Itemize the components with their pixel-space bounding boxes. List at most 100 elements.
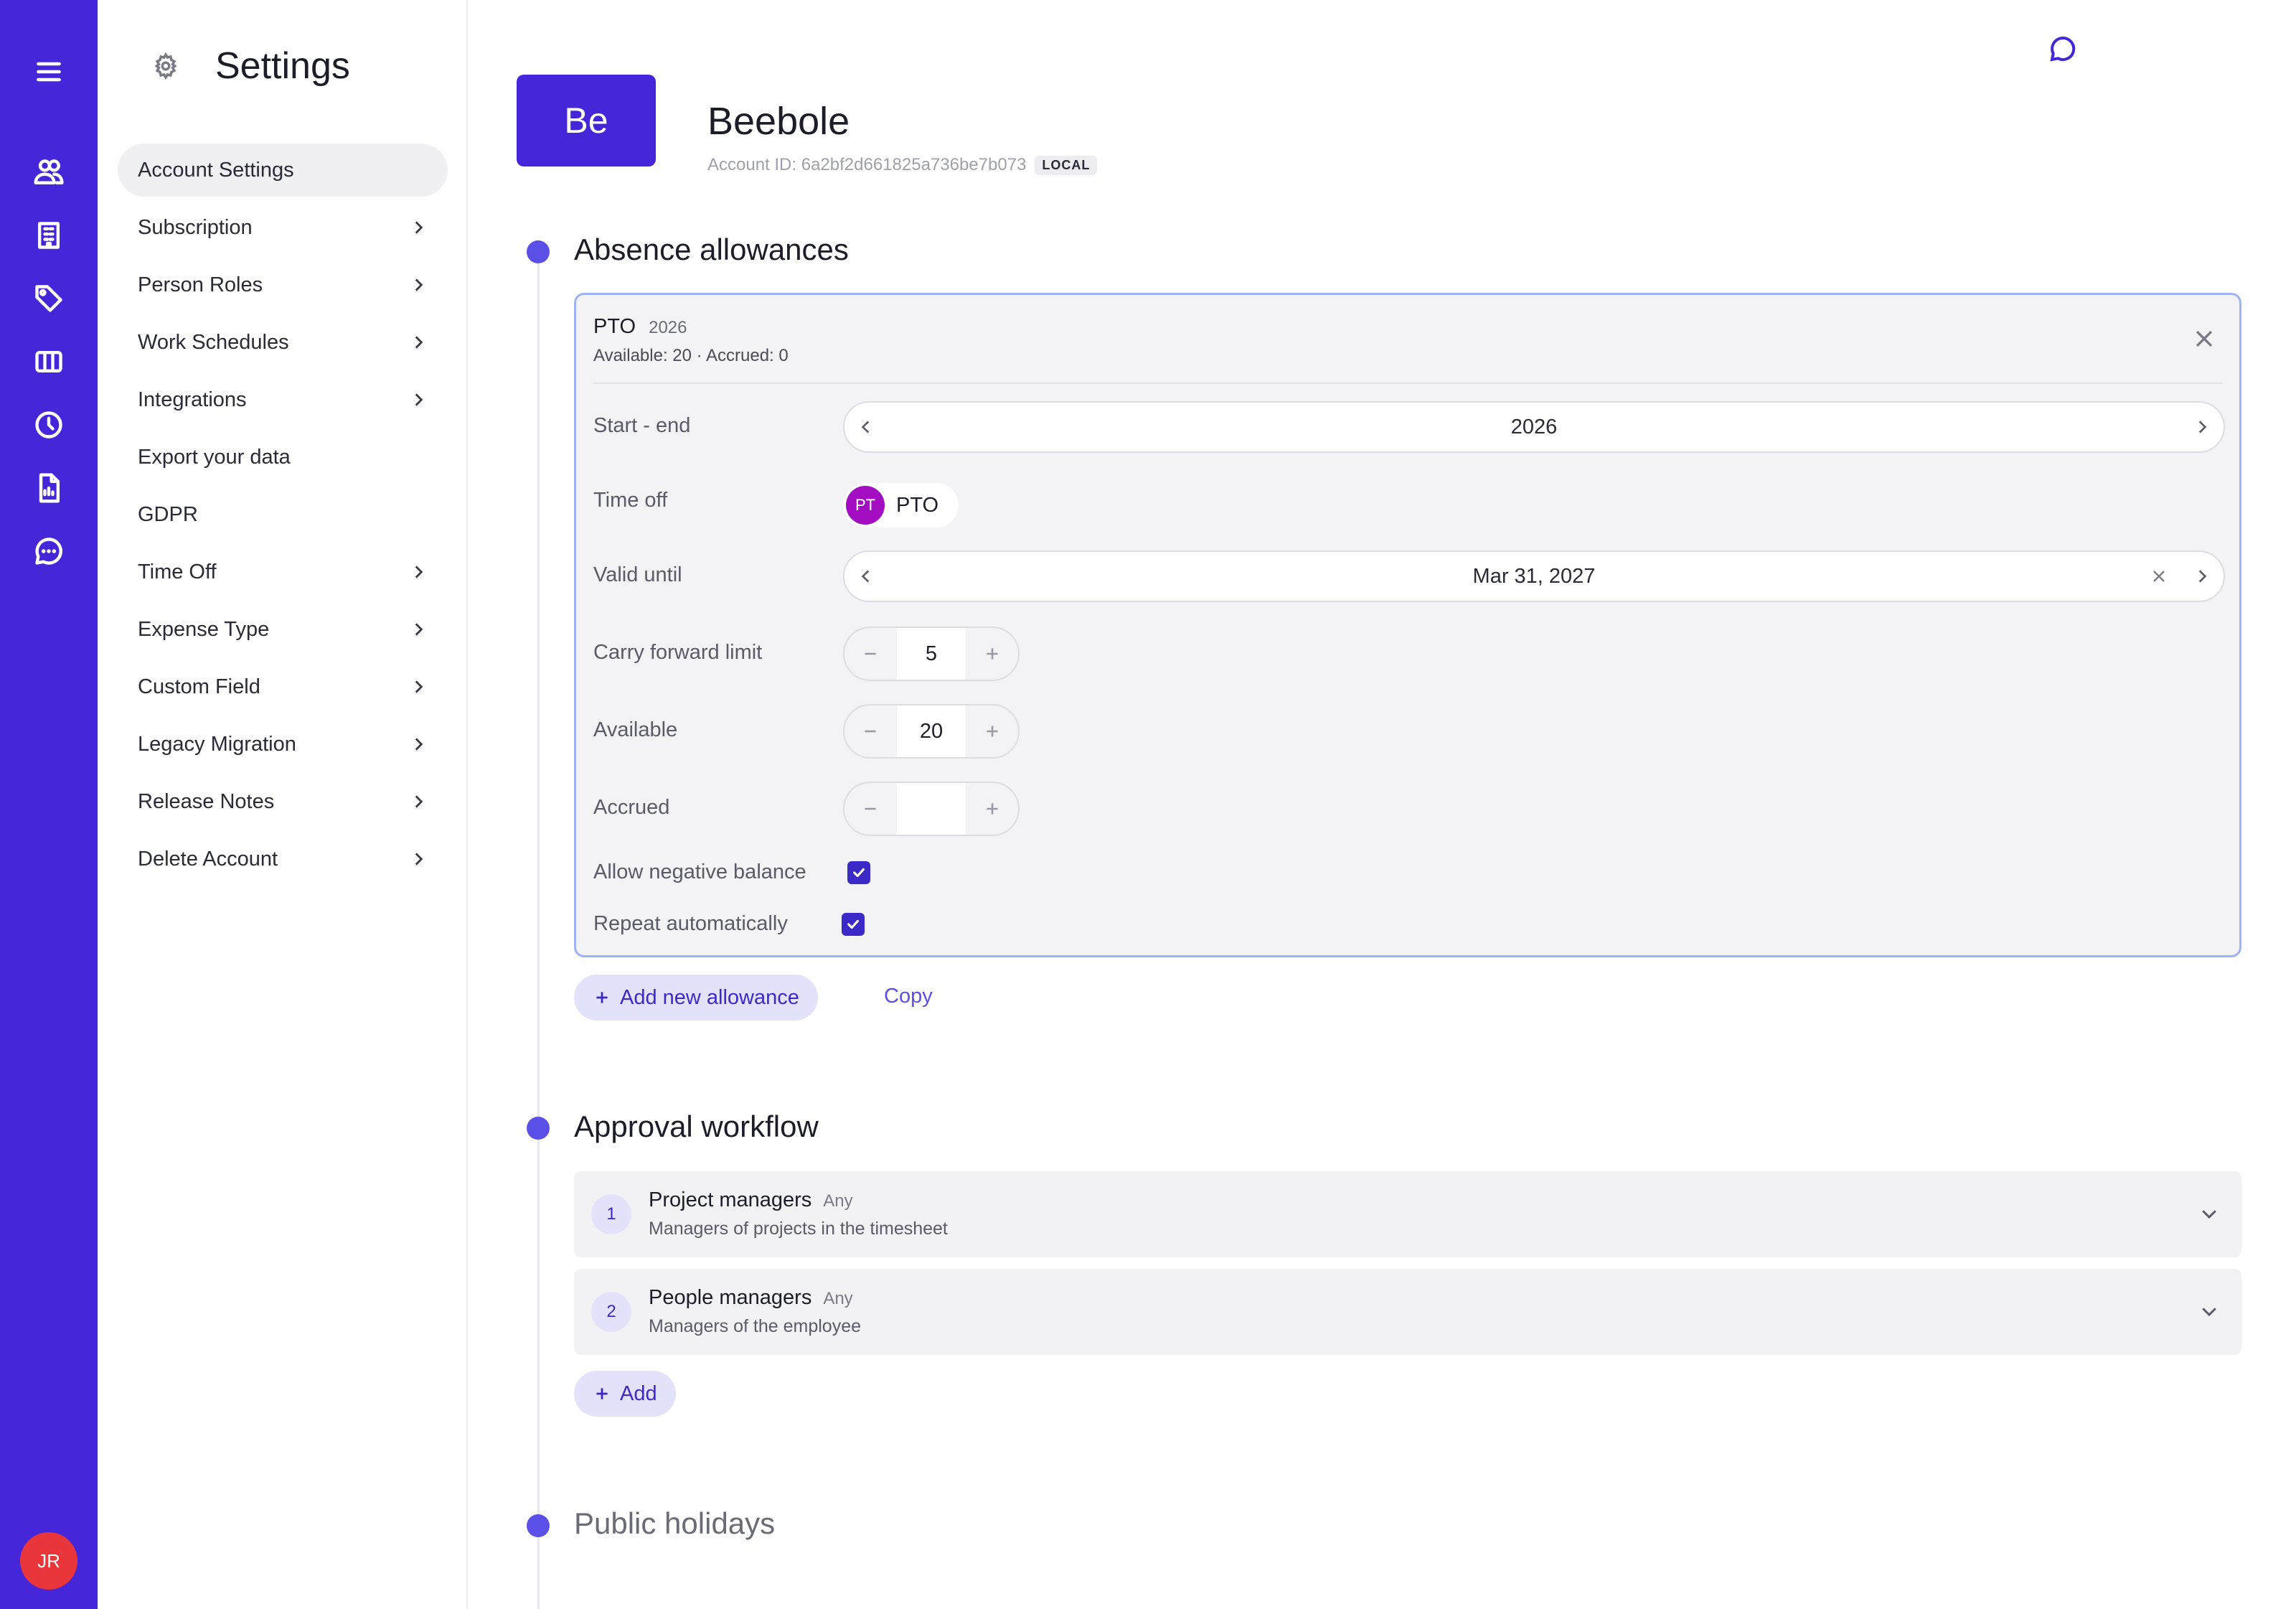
plus-icon[interactable] (966, 628, 1018, 680)
valid-until-selector[interactable]: Mar 31, 2027 (843, 550, 2225, 602)
start-end-selector[interactable]: 2026 (843, 401, 2225, 453)
section-timeline (537, 251, 540, 1609)
nav-label: Work Schedules (138, 330, 289, 354)
allowance-year: 2026 (649, 318, 687, 337)
label-valid-until: Valid until (593, 563, 682, 586)
chevron-left-icon[interactable] (844, 401, 888, 453)
chat-icon[interactable] (2048, 34, 2080, 66)
workflow-step[interactable]: 2 People managers Any Managers of the emp… (574, 1269, 2241, 1355)
time-off-label: PTO (896, 493, 939, 517)
app-rail: JR (0, 0, 98, 1609)
section-title-approval: Approval workflow (574, 1110, 819, 1143)
plus-icon[interactable] (966, 783, 1018, 835)
nav-gdpr[interactable]: GDPR (118, 488, 448, 541)
timeline-dot (527, 240, 550, 263)
step-title-text: People managers (649, 1286, 812, 1309)
plus-icon[interactable] (966, 705, 1018, 757)
label-time-off: Time off (593, 489, 668, 512)
carry-forward-input[interactable]: 5 (896, 628, 966, 680)
section-title-holidays: Public holidays (574, 1506, 776, 1540)
chevron-right-icon[interactable] (2180, 401, 2224, 453)
report-icon[interactable] (27, 466, 70, 510)
nav-label: Legacy Migration (138, 732, 296, 756)
nav-label: Account Settings (138, 158, 294, 182)
account-logo: Be (517, 75, 656, 166)
tag-icon[interactable] (27, 277, 70, 320)
account-id-text: Account ID: 6a2bf2d661825a736be7b073 (707, 155, 1027, 174)
workflow-step[interactable]: 1 Project managers Any Managers of projec… (574, 1171, 2241, 1257)
time-off-chip[interactable]: PT PTO (843, 483, 959, 527)
nav-release-notes[interactable]: Release Notes (118, 775, 448, 828)
plus-icon (596, 992, 608, 1003)
clock-icon[interactable] (27, 403, 70, 446)
accrued-input[interactable] (896, 783, 966, 835)
nav-time-off[interactable]: Time Off (118, 545, 448, 599)
add-allowance-label: Add new allowance (620, 985, 799, 1009)
label-available: Available (593, 718, 678, 741)
step-title-text: Project managers (649, 1188, 812, 1211)
nav-integrations[interactable]: Integrations (118, 373, 448, 426)
chevron-right-icon[interactable] (2180, 550, 2224, 602)
add-allowance-button[interactable]: Add new allowance (574, 975, 818, 1021)
nav-work-schedules[interactable]: Work Schedules (118, 316, 448, 369)
chevron-right-icon (415, 336, 423, 349)
people-icon[interactable] (27, 151, 70, 194)
nav-label: Subscription (138, 215, 253, 239)
nav-legacy-migration[interactable]: Legacy Migration (118, 718, 448, 771)
allowance-name: PTO (593, 315, 636, 338)
nav-label: Release Notes (138, 789, 275, 813)
timeline-dot (527, 1514, 550, 1537)
step-number: 1 (591, 1194, 631, 1234)
chevron-down-icon[interactable] (2198, 1203, 2221, 1226)
minus-icon[interactable] (844, 705, 897, 757)
label-allow-negative: Allow negative balance (593, 860, 806, 883)
nav-subscription[interactable]: Subscription (118, 201, 448, 254)
start-end-value: 2026 (1510, 415, 1558, 438)
section-title-absence: Absence allowances (574, 233, 849, 266)
nav-custom-field[interactable]: Custom Field (118, 660, 448, 713)
available-input[interactable]: 20 (896, 705, 966, 757)
allow-negative-checkbox[interactable] (847, 861, 870, 884)
copy-link[interactable]: Copy (884, 985, 933, 1008)
add-step-button[interactable]: Add (574, 1371, 676, 1417)
divider (593, 383, 2222, 384)
time-off-avatar: PT (846, 486, 885, 525)
settings-title: Settings (215, 45, 350, 87)
settings-header: Settings (152, 44, 350, 88)
step-description: Managers of projects in the timesheet (649, 1219, 948, 1239)
close-icon[interactable] (2192, 327, 2218, 352)
allowance-header: PTO 2026 Available: 20 · Accrued: 0 (593, 315, 789, 366)
nav-label: GDPR (138, 502, 198, 526)
building-icon[interactable] (27, 214, 70, 257)
step-title: Project managers Any (649, 1188, 853, 1212)
nav-label: Time Off (138, 560, 217, 583)
label-carry-forward: Carry forward limit (593, 641, 763, 664)
plus-icon (596, 1388, 608, 1399)
nav-label: Expense Type (138, 617, 270, 641)
nav-export-data[interactable]: Export your data (118, 431, 448, 484)
main-content: Be Beebole Account ID: 6a2bf2d661825a736… (468, 0, 2296, 1609)
chevron-right-icon (415, 680, 423, 693)
clear-icon[interactable] (2137, 550, 2180, 602)
columns-icon[interactable] (27, 340, 70, 383)
nav-person-roles[interactable]: Person Roles (118, 258, 448, 311)
chevron-right-icon (415, 623, 423, 636)
menu-icon[interactable] (27, 50, 70, 93)
account-name: Beebole (707, 100, 850, 143)
nav-account-settings[interactable]: Account Settings (118, 144, 448, 197)
nav-label: Export your data (138, 445, 291, 469)
chevron-left-icon[interactable] (844, 550, 888, 602)
env-badge: LOCAL (1035, 155, 1098, 175)
chevron-right-icon (415, 853, 423, 866)
valid-until-value: Mar 31, 2027 (1472, 564, 1596, 588)
repeat-checkbox[interactable] (842, 913, 865, 936)
nav-expense-type[interactable]: Expense Type (118, 603, 448, 656)
minus-icon[interactable] (844, 628, 897, 680)
chat-icon[interactable] (27, 530, 70, 573)
minus-icon[interactable] (844, 783, 897, 835)
user-avatar[interactable]: JR (20, 1532, 77, 1590)
chevron-right-icon (415, 221, 423, 234)
nav-delete-account[interactable]: Delete Account (118, 832, 448, 886)
label-start-end: Start - end (593, 414, 691, 437)
chevron-down-icon[interactable] (2198, 1300, 2221, 1323)
